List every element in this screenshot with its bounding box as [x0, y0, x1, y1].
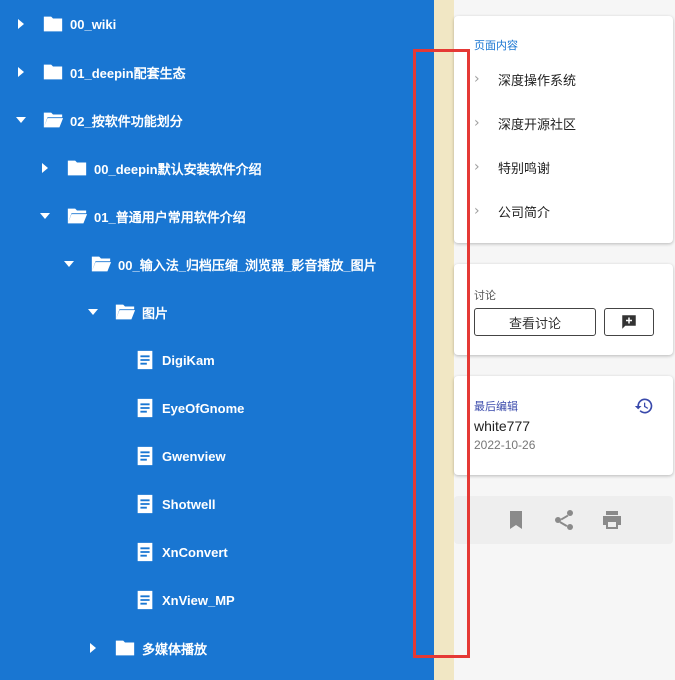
tree-item-label: 01_普通用户常用软件介绍: [94, 209, 246, 225]
print-icon[interactable]: [600, 508, 624, 532]
right-sidebar: 页面内容 › 深度操作系统 › 深度开源社区 › 特别鸣谢 › 公司简介 讨论 …: [454, 0, 675, 680]
document-icon: [134, 445, 156, 467]
chevron-down-icon[interactable]: [14, 113, 28, 127]
tree-item-01-deepin[interactable]: 01_deepin配套生态: [14, 48, 186, 96]
document-icon: [134, 397, 156, 419]
share-icon[interactable]: [552, 508, 576, 532]
tree-page-xnview-mp[interactable]: XnView_MP: [134, 576, 235, 624]
document-icon: [134, 349, 156, 371]
toc-item-label: 深度操作系统: [498, 72, 577, 88]
tree-item-pictures[interactable]: 图片: [86, 288, 168, 336]
tree-item-label: DigiKam: [162, 352, 215, 368]
toc-item-community[interactable]: › 深度开源社区: [474, 101, 664, 145]
document-icon: [134, 541, 156, 563]
toc-item-label: 深度开源社区: [498, 116, 577, 132]
chevron-down-icon[interactable]: [86, 305, 100, 319]
chevron-right-icon: ›: [474, 203, 480, 219]
tree-page-xnconvert[interactable]: XnConvert: [134, 528, 228, 576]
tree-page-shotwell[interactable]: Shotwell: [134, 480, 215, 528]
folder-icon: [66, 157, 88, 179]
folder-open-icon: [66, 205, 88, 227]
toc-card: 页面内容 › 深度操作系统 › 深度开源社区 › 特别鸣谢 › 公司简介: [454, 16, 673, 243]
toc-item-company[interactable]: › 公司简介: [474, 189, 664, 233]
last-editor-name[interactable]: white777: [474, 418, 530, 434]
tree-item-00-deepin-default[interactable]: 00_deepin默认安装软件介绍: [38, 144, 262, 192]
tree-item-label: XnConvert: [162, 544, 228, 560]
folder-open-icon: [114, 301, 136, 323]
discussion-title: 讨论: [474, 290, 496, 302]
chevron-right-icon: ›: [474, 115, 480, 131]
tree-item-multimedia[interactable]: 多媒体播放: [86, 624, 207, 672]
toc-item-label: 特别鸣谢: [498, 160, 551, 176]
chevron-right-icon[interactable]: [14, 17, 28, 31]
nav-tree: 00_wiki 01_deepin配套生态 02_按软件功能划分 00_deep…: [0, 0, 434, 680]
folder-icon: [42, 13, 64, 35]
toc-item-label: 公司简介: [498, 204, 551, 220]
tree-item-label: XnView_MP: [162, 592, 235, 608]
tree-item-00-input-archive[interactable]: 00_输入法_归档压缩_浏览器_影音播放_图片: [62, 240, 377, 288]
tree-item-label: 多媒体播放: [142, 641, 208, 657]
discussion-card: 讨论 查看讨论: [454, 264, 673, 355]
chevron-down-icon[interactable]: [38, 209, 52, 223]
tree-item-label: 00_wiki: [70, 16, 117, 32]
tree-item-label: 图片: [142, 305, 169, 321]
add-comment-icon: [620, 313, 638, 331]
highlight-box: [413, 49, 470, 658]
tree-item-02-function[interactable]: 02_按软件功能划分: [14, 96, 183, 144]
last-edit-title: 最后编辑: [474, 401, 518, 413]
tree-page-digikam[interactable]: DigiKam: [134, 336, 215, 384]
tree-item-label: 00_输入法_归档压缩_浏览器_影音播放_图片: [118, 257, 377, 273]
tree-page-eyeofgnome[interactable]: EyeOfGnome: [134, 384, 244, 432]
last-edit-card: 最后编辑 white777 2022-10-26: [454, 376, 673, 475]
tree-page-gwenview[interactable]: Gwenview: [134, 432, 226, 480]
chevron-right-icon[interactable]: [14, 65, 28, 79]
bookmark-icon[interactable]: [504, 508, 528, 532]
folder-icon: [114, 637, 136, 659]
chevron-right-icon[interactable]: [38, 161, 52, 175]
toc-item-thanks[interactable]: › 特别鸣谢: [474, 145, 664, 189]
tree-item-label: 01_deepin配套生态: [70, 65, 186, 81]
toc-title: 页面内容: [474, 40, 518, 52]
tree-item-label: Shotwell: [162, 496, 216, 512]
folder-icon: [42, 61, 64, 83]
tree-item-label: EyeOfGnome: [162, 400, 245, 416]
tree-item-label: 00_deepin默认安装软件介绍: [94, 161, 262, 177]
add-comment-button[interactable]: [604, 308, 654, 336]
chevron-right-icon: ›: [474, 159, 480, 175]
folder-open-icon: [42, 109, 64, 131]
view-discussion-button[interactable]: 查看讨论: [474, 308, 596, 336]
chevron-right-icon[interactable]: [86, 641, 100, 655]
tree-item-01-common-software[interactable]: 01_普通用户常用软件介绍: [38, 192, 246, 240]
chevron-down-icon[interactable]: [62, 257, 76, 271]
last-edit-date: 2022-10-26: [474, 438, 536, 452]
tree-item-label: Gwenview: [162, 448, 226, 464]
document-icon: [134, 493, 156, 515]
tree-item-00-wiki[interactable]: 00_wiki: [14, 0, 116, 48]
folder-open-icon: [90, 253, 112, 275]
tree-item-label: 02_按软件功能划分: [70, 113, 183, 129]
view-discussion-label: 查看讨论: [508, 315, 561, 331]
chevron-right-icon: ›: [474, 71, 480, 87]
toc-item-deepin-os[interactable]: › 深度操作系统: [474, 57, 664, 101]
document-icon: [134, 589, 156, 611]
history-icon[interactable]: [634, 396, 654, 416]
